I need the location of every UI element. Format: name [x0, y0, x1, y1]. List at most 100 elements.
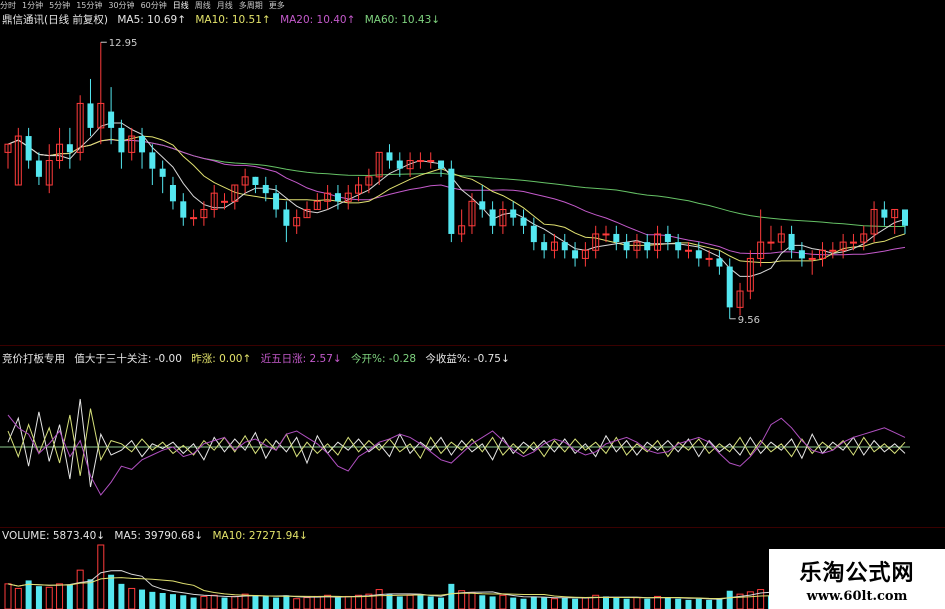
candle-body	[623, 242, 630, 251]
volume-bar	[87, 579, 94, 609]
candle-body	[695, 250, 702, 259]
volume-bar	[520, 598, 527, 609]
volume-bar	[726, 590, 733, 609]
volume-bar	[438, 597, 445, 609]
volume-bar	[375, 589, 383, 609]
candle-body	[716, 258, 723, 267]
volume-bar	[541, 597, 548, 609]
candle-body	[881, 209, 888, 218]
candle-body	[108, 111, 115, 128]
volume-bar	[118, 583, 125, 609]
candle-body	[334, 193, 341, 202]
candle-body	[705, 257, 713, 260]
volume-bar	[273, 597, 280, 609]
candle-body	[149, 152, 156, 169]
volume-bar	[303, 597, 311, 609]
volume-bar	[344, 595, 352, 609]
volume-bar	[572, 598, 579, 609]
candle-body	[602, 233, 610, 236]
volume-bar	[406, 594, 414, 609]
volume-bar	[334, 597, 341, 609]
candle-body	[675, 242, 682, 251]
volume-bar	[56, 583, 64, 609]
candle-body	[180, 201, 187, 218]
volume-bar	[417, 595, 424, 609]
candle-body	[530, 225, 537, 243]
candle-body	[169, 185, 176, 202]
volume-bar	[200, 595, 208, 609]
volume-bar	[550, 598, 558, 609]
volume-bar	[210, 594, 218, 609]
volume-bar	[623, 598, 630, 609]
candle-body	[87, 103, 94, 128]
candle-body	[479, 201, 486, 210]
candle-body	[221, 200, 229, 203]
candle-body	[849, 241, 857, 244]
candle-body	[35, 160, 42, 177]
low-label: 9.56	[738, 315, 760, 326]
volume-bar	[159, 593, 166, 609]
candle-body	[273, 193, 280, 210]
candle-body	[684, 249, 692, 252]
indicator-line	[7, 398, 906, 488]
candle-body	[139, 136, 146, 153]
volume-bar	[66, 585, 73, 609]
volume-bar	[613, 597, 620, 609]
volume-bar	[716, 598, 723, 609]
volume-bar	[313, 595, 321, 609]
watermark-title: 乐淘公式网	[799, 560, 915, 586]
volume-bar	[4, 583, 12, 609]
candle-body	[808, 257, 816, 260]
volume-bar	[479, 595, 486, 609]
volume-bar	[221, 597, 228, 609]
candle-body	[510, 209, 517, 218]
candle-body	[520, 217, 527, 226]
candle-body	[644, 242, 651, 251]
candle-body	[788, 233, 795, 251]
candle-body	[25, 136, 32, 161]
volume-bar	[427, 596, 434, 609]
candle-body	[829, 249, 837, 252]
candle-body	[798, 250, 805, 259]
candle-body	[767, 241, 775, 244]
candle-body	[427, 160, 435, 163]
candle-body	[190, 217, 198, 220]
volume-bar	[231, 595, 239, 609]
candle-body	[396, 160, 403, 169]
volume-bar	[324, 594, 332, 609]
candle-body	[726, 266, 733, 308]
volume-bar	[76, 569, 84, 609]
candle-body	[66, 144, 73, 153]
volume-bar	[448, 583, 455, 609]
volume-bar	[180, 595, 187, 609]
volume-bar	[664, 597, 671, 609]
volume-bar	[283, 595, 290, 609]
volume-bar	[139, 589, 146, 609]
high-label: 12.95	[109, 38, 138, 49]
volume-bar	[561, 597, 568, 609]
candle-body	[438, 160, 445, 169]
candle-body	[283, 209, 290, 226]
volume-bar	[262, 596, 269, 609]
volume-bar	[603, 596, 609, 609]
candle-body	[252, 176, 259, 185]
indicator-line	[7, 414, 906, 496]
candle-body	[489, 209, 496, 226]
volume-bar	[108, 574, 115, 609]
volume-bar	[489, 596, 496, 609]
volume-bar	[530, 596, 537, 609]
volume-bar	[581, 597, 589, 609]
candle-body	[416, 160, 424, 163]
volume-bar	[499, 594, 507, 609]
candle-body	[664, 233, 671, 243]
volume-bar	[128, 587, 136, 609]
watermark: 乐淘公式网 www.60lt.com	[769, 549, 945, 609]
volume-bar	[355, 594, 363, 609]
candle-body	[448, 168, 455, 234]
candle-body	[118, 127, 125, 153]
volume-bar	[633, 597, 641, 609]
volume-bar	[468, 592, 476, 609]
volume-bar	[252, 595, 259, 609]
candle-body	[159, 168, 166, 177]
candle-body	[262, 185, 269, 194]
